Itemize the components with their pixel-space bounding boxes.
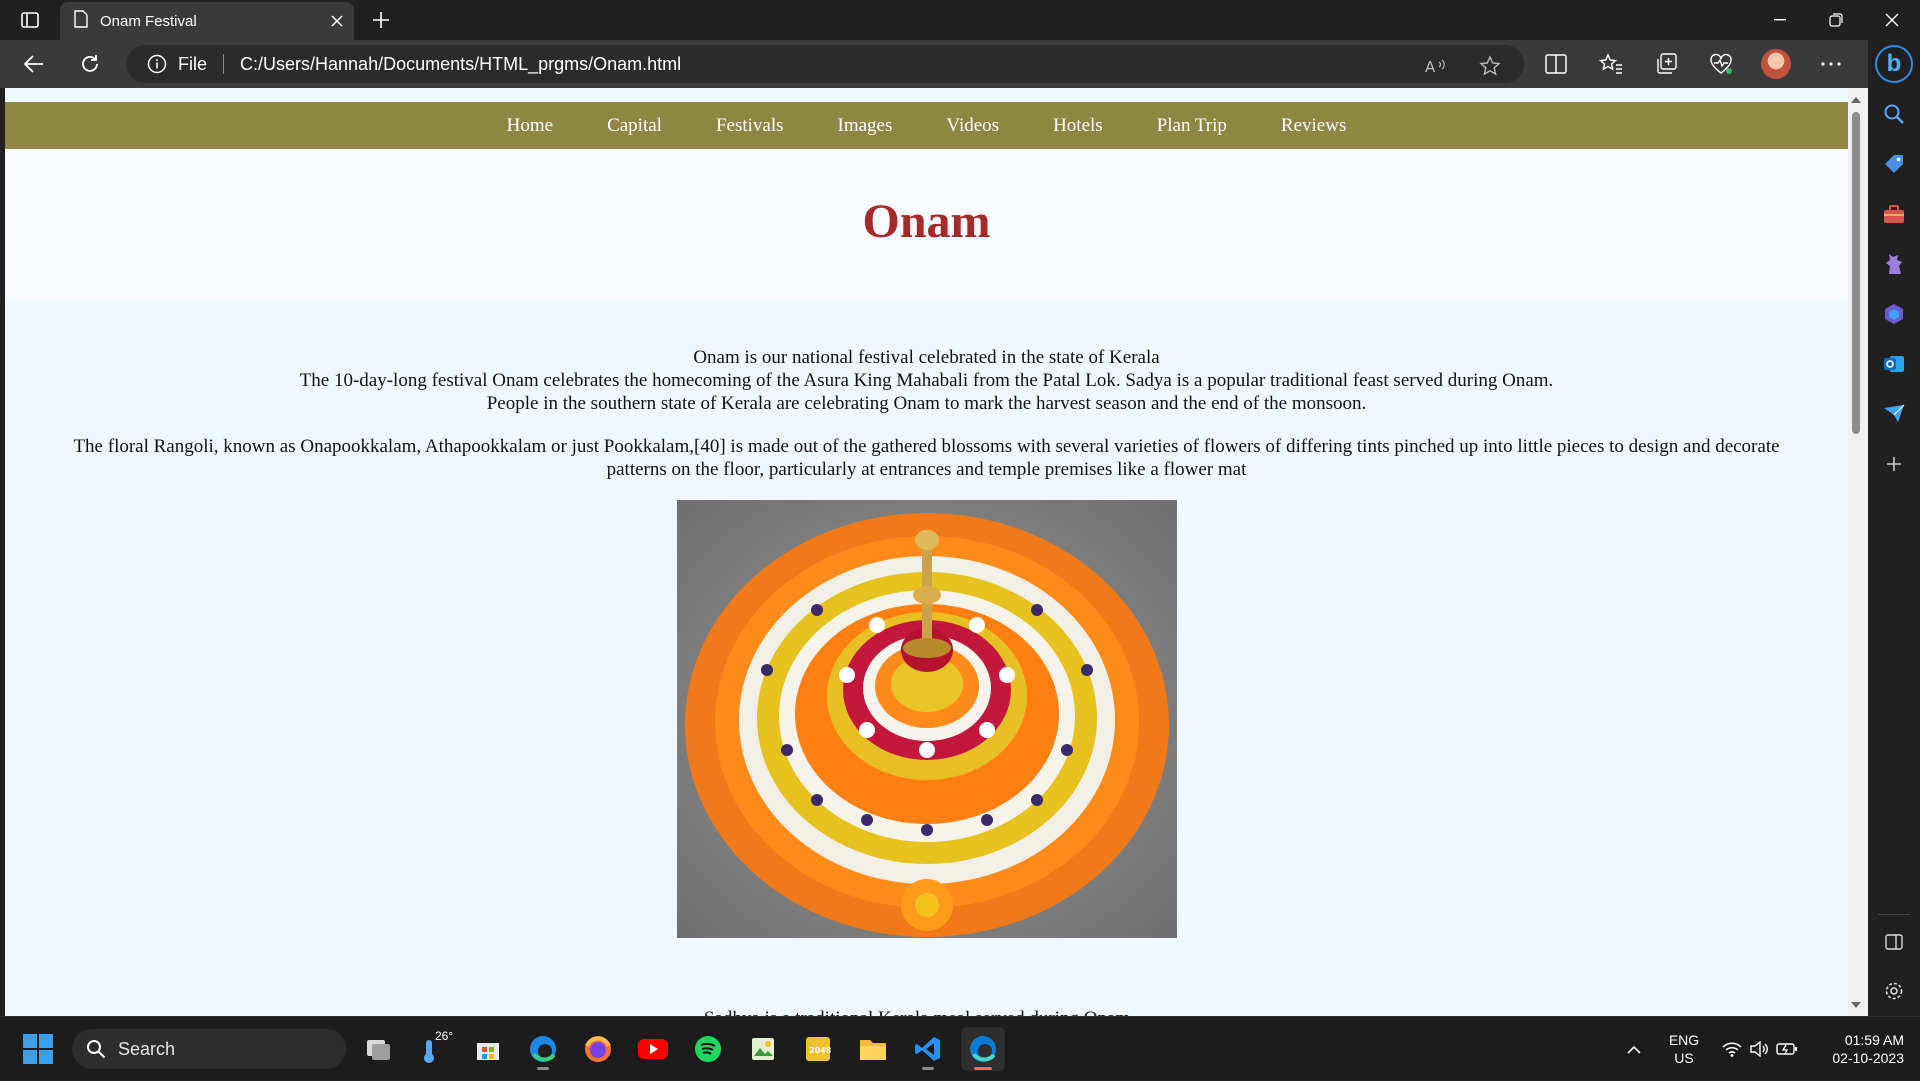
browser-tab[interactable]: Onam Festival (60, 2, 354, 40)
file-explorer-icon[interactable] (851, 1027, 895, 1071)
firefox-icon[interactable] (576, 1027, 620, 1071)
intro-line: The 10-day-long festival Onam celebrates… (299, 370, 1554, 391)
close-window-icon[interactable] (1864, 0, 1920, 40)
windows-start-icon[interactable] (22, 1033, 54, 1065)
search-placeholder: Search (118, 1038, 176, 1059)
scroll-down-icon[interactable] (1851, 1000, 1861, 1010)
input-language[interactable]: ENG US (1656, 1031, 1712, 1067)
page-title: Onam (862, 195, 991, 248)
address-bar[interactable]: File C:/Users/Hannah/Documents/HTML_prgm… (126, 45, 1524, 83)
window-controls (1752, 0, 1920, 40)
page-icon (74, 9, 88, 33)
taskbar-search[interactable]: Search (72, 1029, 346, 1069)
image-viewer-icon[interactable] (741, 1027, 785, 1071)
browser-essentials-icon[interactable] (1703, 48, 1739, 80)
spotify-icon[interactable] (686, 1027, 730, 1071)
scroll-thumb[interactable] (1852, 112, 1860, 434)
tab-title: Onam Festival (100, 12, 197, 30)
restore-icon[interactable] (1808, 0, 1864, 40)
toolbar-icons (1538, 48, 1849, 80)
nav-link-hotels[interactable]: Hotels (1026, 115, 1130, 137)
info-icon[interactable] (146, 53, 168, 75)
microsoft-365-icon[interactable] (1880, 300, 1908, 328)
favorites-icon[interactable] (1593, 48, 1629, 80)
intro-line: Onam is our national festival celebrated… (693, 347, 1160, 368)
page-viewport: Home Capital Festivals Images Videos Hot… (5, 88, 1868, 1016)
system-tray: ENG US 01:59 AM 02-10-2023 (1612, 1017, 1920, 1081)
volume-icon (1750, 1041, 1768, 1057)
nav-link-plan-trip[interactable]: Plan Trip (1130, 115, 1254, 137)
youtube-icon[interactable] (631, 1027, 675, 1071)
language-region: US (1674, 1050, 1694, 1066)
page-scrollbar[interactable] (1848, 88, 1864, 1016)
battery-icon (1776, 1043, 1797, 1055)
address-separator (223, 54, 225, 74)
site-navbar: Home Capital Festivals Images Videos Hot… (5, 102, 1848, 149)
task-view-icon[interactable] (356, 1027, 400, 1071)
browser-toolbar: File C:/Users/Hannah/Documents/HTML_prgm… (0, 40, 1868, 88)
read-aloud-icon[interactable]: A (1418, 50, 1454, 82)
drop-icon[interactable] (1880, 400, 1908, 428)
minimize-icon[interactable] (1752, 0, 1808, 40)
show-hidden-icons-icon[interactable] (1612, 1045, 1656, 1054)
nav-link-home[interactable]: Home (480, 115, 580, 137)
quick-settings[interactable] (1712, 1041, 1808, 1057)
partially-visible-text: Sadhya is a traditional Kerala meal serv… (5, 1008, 1848, 1016)
address-url[interactable]: C:/Users/Hannah/Documents/HTML_prgms/Ona… (240, 54, 681, 75)
new-tab-icon[interactable] (362, 6, 400, 34)
2048-game-icon[interactable]: 2048 (796, 1027, 840, 1071)
search-icon (87, 1040, 106, 1059)
edge-dev-icon[interactable] (961, 1027, 1005, 1071)
pookkalam-image (677, 500, 1177, 938)
nav-link-capital[interactable]: Capital (580, 115, 689, 137)
edge-sidebar: b (1868, 40, 1920, 1016)
hide-sidebar-icon[interactable] (1880, 928, 1908, 956)
outlook-icon[interactable] (1880, 350, 1908, 378)
search-icon[interactable] (1880, 100, 1908, 128)
games-icon[interactable] (1880, 250, 1908, 278)
favorite-star-icon[interactable] (1472, 50, 1508, 82)
refresh-icon[interactable] (72, 48, 108, 80)
windows-taskbar: Search 26° 2048 ENG US 01:59 AM 02-10-20… (0, 1016, 1920, 1080)
sidebar-divider (1878, 914, 1910, 915)
vscode-icon[interactable] (906, 1027, 950, 1071)
nav-link-festivals[interactable]: Festivals (689, 115, 811, 137)
nav-link-videos[interactable]: Videos (919, 115, 1026, 137)
close-tab-icon[interactable] (320, 4, 354, 38)
shopping-tag-icon[interactable] (1880, 150, 1908, 178)
back-arrow-icon[interactable] (16, 48, 52, 80)
language-code: ENG (1668, 1032, 1700, 1048)
wifi-icon (1722, 1042, 1742, 1057)
rangoli-paragraph: The floral Rangoli, known as Onapookkala… (73, 436, 1780, 480)
profile-avatar[interactable] (1758, 48, 1794, 80)
collections-icon[interactable] (1648, 48, 1684, 80)
more-options-icon[interactable] (1813, 48, 1849, 80)
taskbar-apps: 26° 2048 (356, 1027, 1005, 1071)
microsoft-store-icon[interactable] (466, 1027, 510, 1071)
edge-icon[interactable] (521, 1027, 565, 1071)
tab-actions-icon[interactable] (14, 8, 46, 32)
svg-text:2048: 2048 (809, 1046, 832, 1055)
weather-temp: 26° (435, 1029, 454, 1043)
nav-link-reviews[interactable]: Reviews (1254, 115, 1373, 137)
weather-widget-icon[interactable]: 26° (411, 1027, 455, 1071)
intro-section: Onam is our national festival celebrated… (55, 346, 1798, 501)
address-scheme: File (178, 53, 208, 74)
clock-date: 02-10-2023 (1832, 1050, 1904, 1066)
settings-gear-icon[interactable] (1880, 977, 1908, 1005)
clock[interactable]: 01:59 AM 02-10-2023 (1808, 1031, 1920, 1067)
intro-line: People in the southern state of Kerala a… (486, 393, 1367, 414)
page-header: Onam (5, 149, 1848, 301)
copilot-icon[interactable]: b (1875, 45, 1913, 83)
scroll-up-icon[interactable] (1851, 94, 1861, 104)
clock-time: 01:59 AM (1844, 1032, 1904, 1048)
nav-link-images[interactable]: Images (811, 115, 920, 137)
svg-text:A: A (1425, 58, 1436, 75)
add-sidebar-app-icon[interactable] (1880, 450, 1908, 478)
browser-tab-bar: Onam Festival (0, 0, 1920, 40)
split-screen-icon[interactable] (1538, 48, 1574, 80)
tools-icon[interactable] (1880, 200, 1908, 228)
